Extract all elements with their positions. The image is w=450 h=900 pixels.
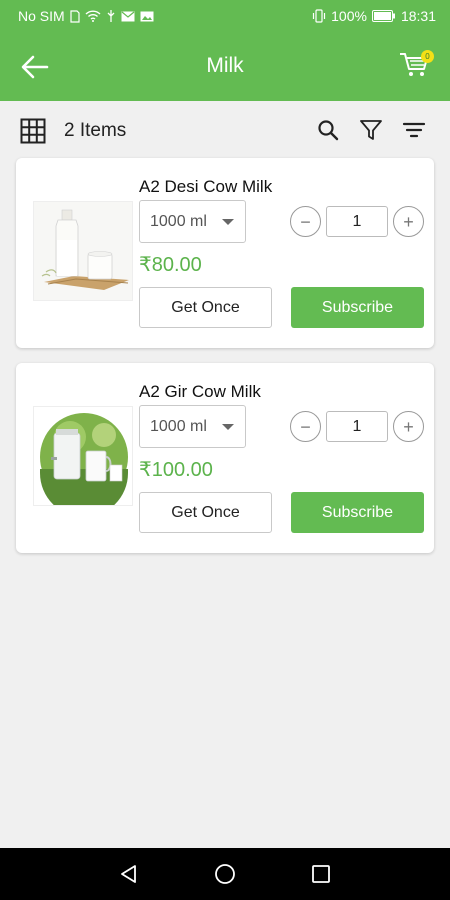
battery-icon bbox=[371, 10, 395, 22]
filter-button[interactable] bbox=[359, 118, 383, 142]
cart-count-badge: 0 bbox=[421, 50, 434, 63]
sort-icon bbox=[402, 122, 426, 138]
sort-button[interactable] bbox=[402, 118, 426, 142]
cart-button[interactable]: 0 bbox=[398, 48, 434, 82]
product-name: A2 Gir Cow Milk bbox=[139, 382, 261, 401]
carrier-text: No SIM bbox=[18, 8, 65, 24]
qty-increment-button[interactable]: + bbox=[393, 411, 424, 442]
grid-view-button[interactable] bbox=[20, 118, 46, 144]
mail-icon bbox=[121, 11, 135, 21]
product-card[interactable]: A2 Desi Cow Milk 1000 ml − 1 + ₹80.00 Ge… bbox=[16, 158, 434, 348]
system-nav-bar bbox=[0, 848, 450, 900]
search-button[interactable] bbox=[316, 118, 340, 142]
size-dropdown[interactable]: 1000 ml bbox=[139, 200, 246, 243]
product-image[interactable] bbox=[33, 406, 133, 506]
size-dropdown[interactable]: 1000 ml bbox=[139, 405, 246, 448]
usb-icon bbox=[107, 10, 115, 22]
get-once-button[interactable]: Get Once bbox=[139, 492, 272, 533]
chevron-down-icon bbox=[222, 424, 234, 430]
milk-bottle-image bbox=[34, 202, 132, 300]
qty-increment-button[interactable]: + bbox=[393, 206, 424, 237]
product-card[interactable]: A2 Gir Cow Milk 1000 ml − 1 + ₹100.00 Ge… bbox=[16, 363, 434, 553]
nav-recents-button[interactable] bbox=[310, 863, 332, 885]
wifi-icon bbox=[85, 10, 101, 22]
nav-home-icon bbox=[215, 864, 235, 884]
product-image[interactable] bbox=[33, 201, 133, 301]
grid-icon bbox=[20, 118, 46, 144]
quantity-field[interactable]: 1 bbox=[326, 206, 388, 237]
size-value: 1000 ml bbox=[150, 417, 207, 435]
nav-back-button[interactable] bbox=[118, 863, 140, 885]
product-price: ₹80.00 bbox=[139, 254, 202, 276]
subscribe-button[interactable]: Subscribe bbox=[291, 287, 424, 328]
battery-percent: 100% bbox=[331, 8, 367, 24]
chevron-down-icon bbox=[222, 219, 234, 225]
list-toolbar: 2 Items bbox=[0, 101, 450, 158]
get-once-button[interactable]: Get Once bbox=[139, 287, 272, 328]
search-icon bbox=[318, 120, 339, 141]
status-right: 100% 18:31 bbox=[312, 8, 436, 24]
qty-decrement-button[interactable]: − bbox=[290, 206, 321, 237]
sim-icon bbox=[70, 9, 80, 23]
items-count: 2 Items bbox=[64, 120, 127, 141]
product-name: A2 Desi Cow Milk bbox=[139, 177, 273, 196]
vibrate-icon bbox=[313, 9, 326, 23]
quantity-field[interactable]: 1 bbox=[326, 411, 388, 442]
nav-back-icon bbox=[121, 865, 136, 883]
app-bar: Milk 0 bbox=[0, 32, 450, 101]
nav-home-button[interactable] bbox=[214, 863, 236, 885]
nav-recents-icon bbox=[312, 865, 330, 883]
qty-decrement-button[interactable]: − bbox=[290, 411, 321, 442]
product-price: ₹100.00 bbox=[139, 459, 213, 481]
page-title: Milk bbox=[206, 54, 244, 77]
milk-jar-image bbox=[34, 407, 132, 505]
filter-icon bbox=[360, 120, 382, 140]
status-left: No SIM bbox=[18, 8, 154, 24]
image-notification-icon bbox=[140, 11, 154, 21]
status-bar: No SIM 100% 18:31 bbox=[0, 0, 450, 32]
size-value: 1000 ml bbox=[150, 212, 207, 230]
subscribe-button[interactable]: Subscribe bbox=[291, 492, 424, 533]
clock-time: 18:31 bbox=[400, 8, 436, 24]
